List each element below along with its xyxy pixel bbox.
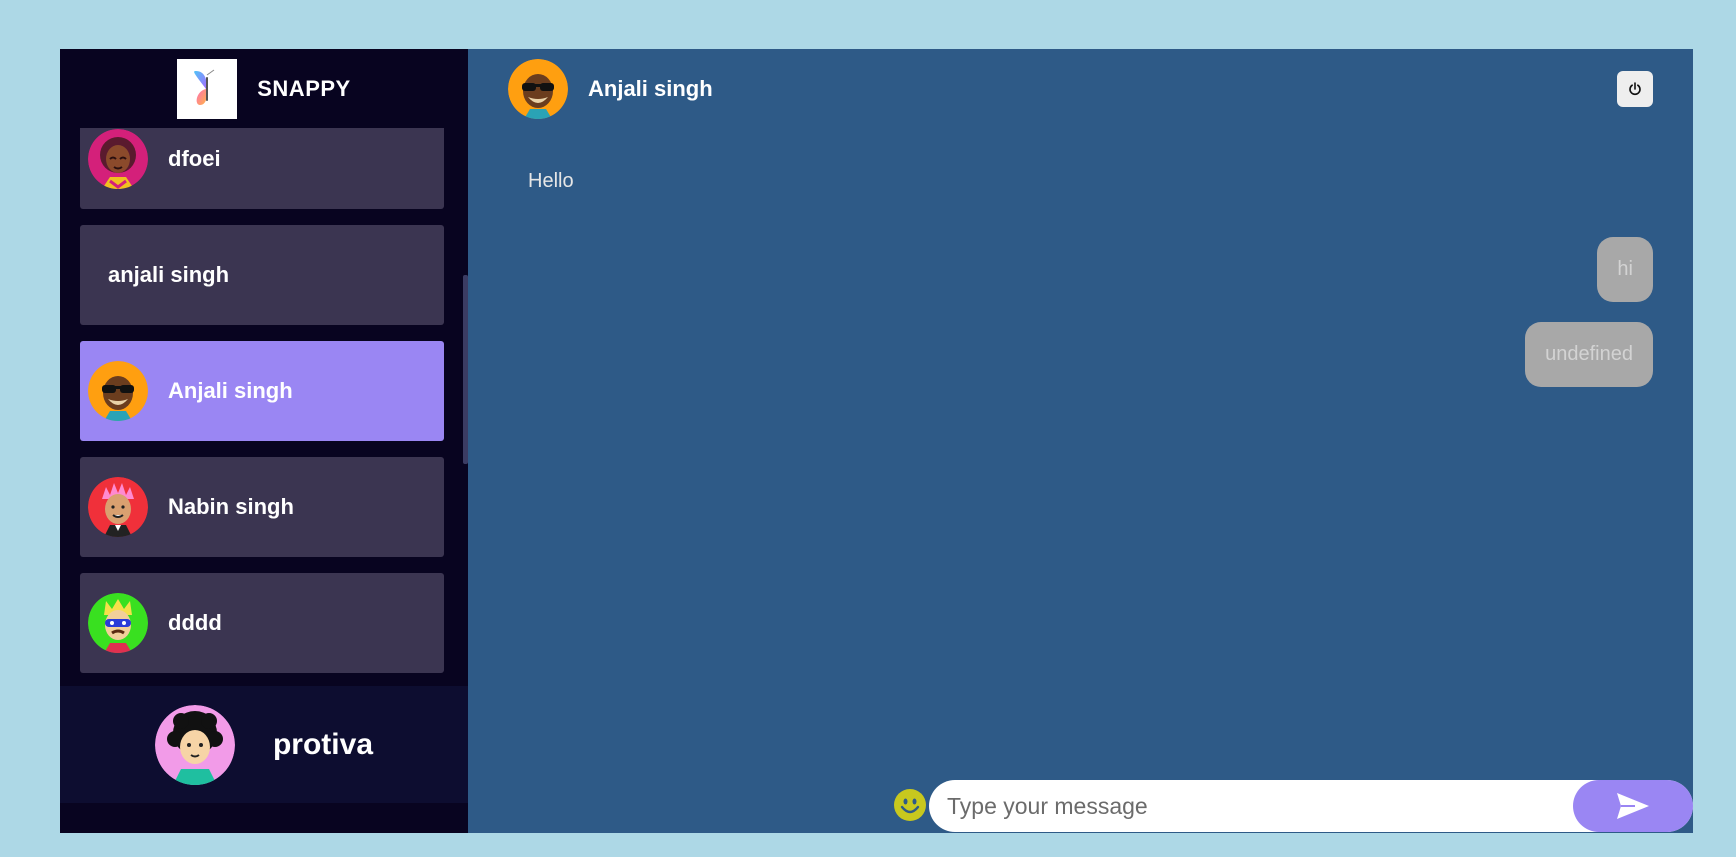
sunglasses-avatar-icon [508,58,568,119]
brand-header: SNAPPY [60,49,468,128]
emoji-button[interactable] [894,789,926,821]
send-button[interactable] [1573,780,1693,832]
chat-header: Anjali singh [468,49,1693,128]
curly-hair-avatar-icon [154,704,235,785]
send-icon [1617,793,1649,819]
contact-item-anjali-singh-lower[interactable]: anjali singh [80,225,444,325]
smiley-icon [894,789,926,821]
brand-logo [177,58,238,119]
contact-list[interactable]: dfoei anjali singh Anjali singh Nabin si… [60,128,468,686]
pink-woman-avatar-icon [88,129,148,189]
chat-app: dfoei anjali singh Anjali singh Nabin si… [60,49,1693,833]
contact-name: Nabin singh [168,494,294,519]
power-icon [1629,82,1641,96]
contact-item-dfoei[interactable]: dfoei [80,128,444,209]
message-received: Hello [528,170,574,192]
chat-header-avatar [508,58,568,119]
chat-panel: Anjali singh Hello hi undefined [468,49,1693,833]
contact-item-nabin-singh[interactable]: Nabin singh [80,457,444,557]
masked-avatar-icon [88,593,148,653]
contact-name: dddd [168,610,222,635]
message-sent: hi [1597,237,1653,302]
current-user-name: protiva [272,727,374,761]
contact-item-anjali-singh[interactable]: Anjali singh [80,341,444,441]
message-sent: undefined [1525,322,1653,387]
current-user-avatar [154,704,235,785]
brand-name: SNAPPY [257,75,351,101]
avatar [88,129,148,189]
avatar [88,477,148,537]
message-input-container [929,780,1693,832]
contact-name: dfoei [168,146,221,171]
contact-name: Anjali singh [168,378,293,403]
chat-header-name: Anjali singh [588,75,713,101]
butterfly-logo-icon [194,69,215,105]
logout-button[interactable] [1617,71,1653,107]
contact-name: anjali singh [108,262,230,287]
current-user-panel: protiva [60,686,468,803]
pink-hair-avatar-icon [88,477,148,537]
contact-item-dddd[interactable]: dddd [80,573,444,673]
avatar [88,593,148,653]
sunglasses-avatar-icon [88,361,148,421]
avatar [88,361,148,421]
sidebar: dfoei anjali singh Anjali singh Nabin si… [60,49,468,833]
contact-list-scrollbar[interactable] [463,275,468,464]
